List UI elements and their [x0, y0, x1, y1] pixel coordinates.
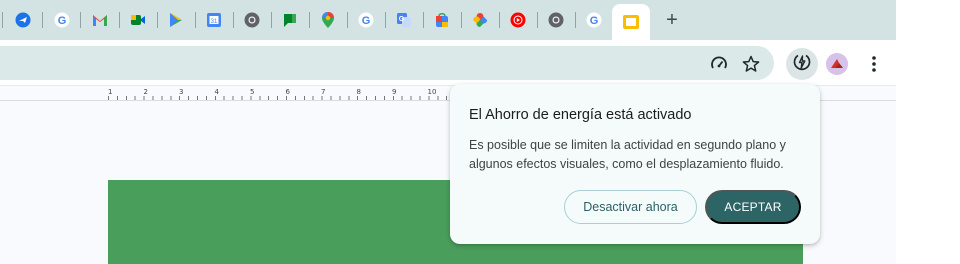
tab-separator [195, 12, 196, 28]
ruler-ticks [108, 96, 448, 100]
svg-text:G: G [399, 16, 405, 23]
chrome-icon [548, 12, 564, 28]
tab-calendar[interactable]: 31 [200, 6, 228, 34]
ruler-number: 4 [214, 88, 219, 96]
tab-maps[interactable] [314, 6, 342, 34]
tab-chrome[interactable] [238, 6, 266, 34]
turn-off-now-button[interactable]: Desactivar ahora [564, 190, 697, 224]
new-tab-button[interactable]: + [660, 8, 684, 32]
popup-title: El Ahorro de energía está activado [469, 107, 692, 123]
tab-separator [575, 12, 576, 28]
popup-body: Es posible que se limiten la actividad e… [469, 138, 786, 171]
svg-text:G: G [58, 15, 67, 27]
tab-slides-active[interactable] [612, 4, 650, 40]
tab-separator [537, 12, 538, 28]
tab-separator [423, 12, 424, 28]
flight-icon [15, 12, 31, 28]
tab-strip: G 31 G G G + [0, 0, 896, 40]
ruler-number: 2 [143, 88, 148, 96]
tab-translate[interactable]: G [390, 6, 418, 34]
tab-chat[interactable] [276, 6, 304, 34]
tab-chrome[interactable] [542, 6, 570, 34]
google-icon: G [54, 12, 70, 28]
ruler-number: 8 [356, 88, 361, 96]
bookmark-star-icon[interactable] [742, 55, 760, 73]
gmail-icon [92, 13, 108, 27]
ruler-number: 9 [392, 88, 397, 96]
calendar-icon: 31 [206, 12, 222, 28]
ruler-number: 1 [108, 88, 113, 96]
svg-text:G: G [590, 15, 599, 27]
tab-gmail[interactable] [86, 6, 114, 34]
tab-separator [2, 12, 3, 28]
photos-icon [472, 12, 488, 28]
tab-separator [499, 12, 500, 28]
chrome-icon [244, 12, 260, 28]
ruler-number: 3 [179, 88, 184, 96]
energy-saver-icon [792, 52, 812, 77]
tab-flight[interactable] [9, 6, 37, 34]
slides-icon [622, 14, 640, 30]
google-icon: G [586, 12, 602, 28]
chat-icon [282, 12, 298, 28]
profile-avatar-icon[interactable] [826, 53, 848, 75]
tab-play-store[interactable] [162, 6, 190, 34]
tab-google[interactable]: G [48, 6, 76, 34]
shopping-icon [435, 12, 449, 28]
more-menu-icon[interactable] [862, 52, 886, 76]
youtube-music-icon [510, 12, 526, 28]
ruler-number: 5 [250, 88, 255, 96]
energy-saver-popup: El Ahorro de energía está activado Es po… [450, 84, 820, 244]
browser-toolbar [0, 40, 896, 86]
tab-youtube-music[interactable] [504, 6, 532, 34]
performance-icon[interactable] [710, 55, 728, 73]
tab-google[interactable]: G [580, 6, 608, 34]
translate-icon: G [396, 12, 412, 28]
tab-google[interactable]: G [352, 6, 380, 34]
google-icon: G [358, 12, 374, 28]
tab-photos[interactable] [466, 6, 494, 34]
tab-separator [80, 12, 81, 28]
play-store-icon [169, 12, 183, 28]
tab-shopping[interactable] [428, 6, 456, 34]
svg-text:31: 31 [211, 19, 218, 25]
address-bar[interactable] [0, 46, 774, 80]
tab-separator [42, 12, 43, 28]
ruler-number: 6 [285, 88, 290, 96]
energy-saver-button[interactable] [786, 48, 818, 80]
svg-text:G: G [362, 15, 371, 27]
meet-icon [130, 13, 146, 27]
tab-meet[interactable] [124, 6, 152, 34]
tab-separator [271, 12, 272, 28]
tab-separator [233, 12, 234, 28]
accept-button[interactable]: ACEPTAR [705, 190, 801, 224]
maps-icon [322, 12, 334, 28]
tab-separator [347, 12, 348, 28]
tab-separator [309, 12, 310, 28]
desktop-background [896, 0, 960, 264]
ruler-number: 7 [321, 88, 326, 96]
tab-separator [461, 12, 462, 28]
tab-separator [385, 12, 386, 28]
tab-separator [119, 12, 120, 28]
tab-separator [157, 12, 158, 28]
